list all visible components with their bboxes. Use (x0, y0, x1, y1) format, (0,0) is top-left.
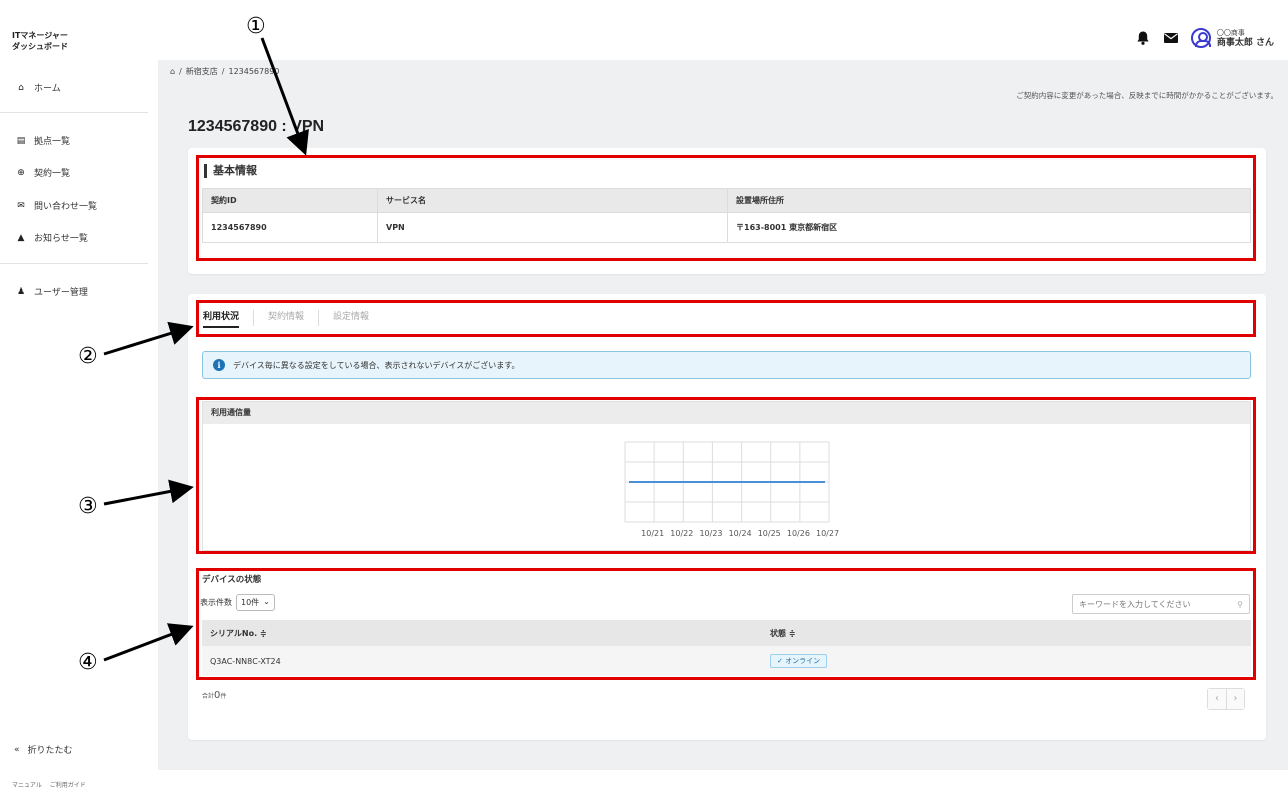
sidebar-item-label: 問い合わせ一覧 (34, 202, 98, 212)
annotation-number-4: ④ (78, 650, 98, 675)
sidebar-divider (0, 112, 148, 113)
user-icon: ♟ (16, 286, 26, 297)
footer-links: マニュアル ご利用ガイド (12, 780, 92, 789)
info-icon: i (213, 359, 225, 371)
home-icon[interactable]: ⌂ (170, 67, 175, 76)
sidebar-item-home[interactable]: ⌂ ホーム (16, 81, 61, 95)
pagination: ‹ › (1207, 688, 1245, 710)
globe-icon: ⊕ (17, 167, 25, 178)
annotation-number-3: ③ (78, 494, 98, 519)
mail-icon[interactable] (1163, 30, 1179, 46)
sidebar-item-users[interactable]: ♟ ユーザー管理 (16, 285, 88, 299)
collapse-button[interactable]: « 折りたたむ (14, 743, 73, 757)
manual-link[interactable]: マニュアル (12, 782, 42, 789)
user-menu[interactable]: 〇〇商事 商事太郎 さん (1190, 28, 1274, 48)
building-icon: ▤ (16, 135, 26, 146)
app-title-line2: ダッシュボード (12, 42, 68, 51)
sidebar-item-sites[interactable]: ▤ 拠点一覧 (16, 134, 71, 148)
annotation-box-1 (196, 155, 1256, 261)
app-title-line1: ITマネージャー (12, 31, 68, 40)
header-actions: 〇〇商事 商事太郎 さん (1135, 28, 1274, 48)
mail-icon: ✉ (17, 200, 25, 211)
sidebar-item-notices[interactable]: ▲ お知らせ一覧 (16, 231, 88, 245)
page-title: 1234567890 : VPN (188, 118, 325, 135)
sidebar-item-label: ホーム (34, 84, 61, 94)
sidebar-item-label: ユーザー管理 (34, 288, 88, 298)
user-name: 商事太郎 さん (1216, 38, 1274, 48)
annotation-number-1: ① (246, 14, 266, 39)
double-chevron-left-icon: « (14, 744, 20, 755)
update-notice: ご契約内容に変更があった場合、反映までに時間がかかることがございます。 (1016, 91, 1278, 100)
sidebar-item-label: 契約一覧 (34, 169, 71, 179)
sidebar-item-contracts[interactable]: ⊕ 契約一覧 (16, 166, 71, 180)
annotation-box-2 (196, 300, 1256, 337)
total-count: 合計0件 (202, 690, 227, 701)
app-title[interactable]: ITマネージャー ダッシュボード (12, 30, 68, 52)
bell-icon[interactable] (1135, 30, 1151, 46)
annotation-box-4 (196, 568, 1256, 680)
sidebar-item-inquiries[interactable]: ✉ 問い合わせ一覧 (16, 199, 98, 213)
annotation-number-2: ② (78, 344, 98, 369)
breadcrumb: ⌂ / 新宿支店 / 1234567890 (170, 66, 280, 77)
bell-icon: ▲ (17, 232, 25, 243)
breadcrumb-item[interactable]: 新宿支店 (186, 66, 218, 77)
breadcrumb-item: 1234567890 (228, 67, 280, 76)
user-role: 〇〇商事 (1216, 29, 1245, 37)
sidebar-divider (0, 263, 148, 264)
sidebar-item-label: お知らせ一覧 (34, 234, 88, 244)
home-icon: ⌂ (18, 82, 24, 93)
sidebar-item-label: 拠点一覧 (34, 137, 71, 147)
guide-link[interactable]: ご利用ガイド (50, 782, 86, 789)
avatar-icon (1190, 28, 1211, 48)
collapse-label: 折りたたむ (27, 746, 73, 756)
next-page-button[interactable]: › (1226, 689, 1244, 709)
prev-page-button[interactable]: ‹ (1208, 689, 1226, 709)
alert-text: デバイス毎に異なる設定をしている場合、表示されないデバイスがございます。 (233, 360, 520, 370)
info-alert: i デバイス毎に異なる設定をしている場合、表示されないデバイスがございます。 (202, 351, 1251, 379)
annotation-box-3 (196, 397, 1256, 554)
